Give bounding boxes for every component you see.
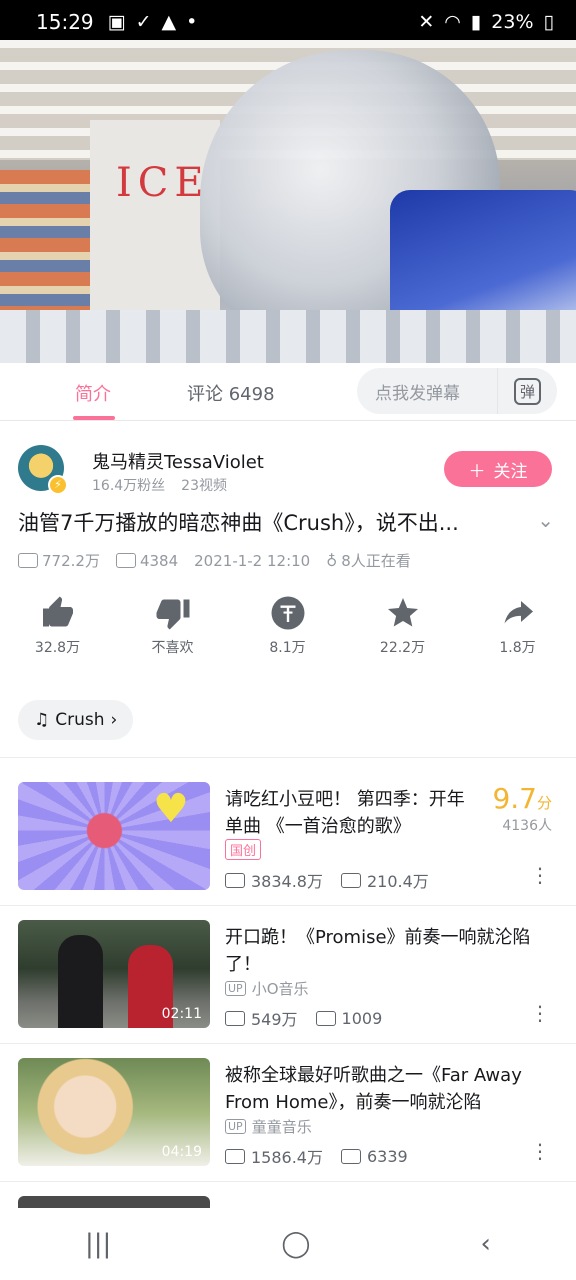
video-thumbnail[interactable]: 04:19 — [18, 1058, 210, 1166]
status-bar: 15:29 ▣ ✓ ▲ • ✕ ◠ ▮ 23% ▯ — [0, 0, 576, 44]
danmaku-icon — [341, 1148, 361, 1164]
status-time: 15:29 — [36, 10, 94, 34]
coin-icon — [271, 596, 304, 630]
chevron-right-icon: › — [110, 710, 118, 730]
signal-icon: ▮ — [470, 11, 482, 33]
uploader-stats: 16.4万粉丝 23视频 — [92, 478, 227, 494]
danmaku-icon — [315, 1010, 336, 1026]
dot-icon: • — [186, 11, 198, 33]
battery-icon: ▯ — [543, 11, 554, 33]
rec-stats: 1586.4万 6339 — [225, 1144, 408, 1168]
back-icon[interactable]: ‹ — [481, 1229, 491, 1259]
star-icon — [387, 598, 418, 627]
more-options-icon[interactable]: ⋮ — [530, 1141, 550, 1161]
up-badge-icon: UP — [225, 1119, 246, 1134]
danmaku-icon — [341, 872, 361, 888]
list-item[interactable]: ♥ 请吃红小豆吧！ 第四季：开年单曲 《一首治愈的歌》 9.7分 4136人 国… — [18, 782, 558, 892]
music-note-icon: ♫ — [34, 710, 50, 730]
rec-stats: 549万 1009 — [225, 1006, 382, 1030]
video-thumbnail[interactable]: 02:11 — [18, 920, 210, 1028]
uploader-name[interactable]: 鬼马精灵TessaViolet — [92, 448, 264, 474]
chevron-down-icon[interactable]: ⌄ — [537, 508, 554, 532]
share-icon — [504, 601, 533, 624]
list-item[interactable]: 04:19 被称全球最好听歌曲之一《Far Away From Home》，前奏… — [18, 1058, 558, 1168]
up-badge-icon: UP — [225, 981, 246, 996]
play-count-icon — [18, 553, 38, 568]
list-item[interactable]: 02:11 开口跪！《Promise》前奏一响就沦陷了！ UP 小O音乐 549… — [18, 920, 558, 1030]
rec-title: 请吃红小豆吧！ 第四季：开年单曲 《一首治愈的歌》 — [225, 789, 465, 837]
more-options-icon[interactable]: ⋮ — [530, 1003, 550, 1023]
rec-uploader: UP 小O音乐 — [225, 978, 309, 999]
video-frame-sign: ICE — [116, 160, 210, 206]
music-tag[interactable]: ♫ Crush › — [18, 700, 134, 740]
duration: 04:19 — [161, 1144, 202, 1160]
tab-comments[interactable]: 评论 6498 — [187, 380, 275, 406]
home-icon[interactable]: ◯ — [281, 1229, 310, 1259]
wifi-icon: ◠ — [444, 11, 461, 33]
thumbs-up-icon — [42, 596, 73, 627]
rec-title: 被称全球最好听歌曲之一《Far Away From Home》，前奏一响就沦陷 — [225, 1065, 522, 1113]
rec-uploader: UP 童童音乐 — [225, 1116, 312, 1137]
verified-icon: ⚡ — [48, 475, 68, 495]
more-options-icon[interactable]: ⋮ — [530, 865, 550, 885]
share-button[interactable]: 1.8万 — [460, 595, 575, 657]
rec-stats: 3834.8万 210.4万 — [225, 868, 429, 892]
battery-text: 23% — [491, 11, 534, 33]
people-icon: ♁ — [326, 551, 338, 570]
gallery-icon: ▣ — [107, 11, 126, 33]
coin-button[interactable]: 8.1万 — [230, 595, 345, 657]
play-count-icon — [225, 1148, 245, 1164]
avatar[interactable]: ⚡ — [18, 445, 68, 495]
action-bar: 32.8万 不喜欢 8.1万 22.2万 1.8万 — [0, 595, 576, 657]
plus-icon: ＋ — [468, 461, 486, 482]
rec-title: 开口跪！《Promise》前奏一响就沦陷了！ — [225, 927, 531, 975]
recent-apps-icon[interactable]: ||| — [85, 1229, 111, 1259]
system-nav-bar: ||| ◯ ‹ — [0, 1208, 576, 1280]
danmu-input[interactable]: 点我发弹幕 弹 — [357, 368, 557, 414]
like-button[interactable]: 32.8万 — [0, 595, 115, 657]
uploader-card: ⚡ 鬼马精灵TessaViolet 16.4万粉丝 23视频 ＋ 关注 — [18, 445, 558, 495]
category-badge: 国创 — [225, 839, 262, 860]
heart-decoration: ♥ — [153, 786, 189, 832]
check-icon: ✓ — [135, 11, 152, 33]
video-title: 油管7千万播放的暗恋神曲《Crush》，说不出... — [18, 511, 459, 535]
play-count-icon — [225, 1010, 245, 1026]
warning-icon: ▲ — [161, 11, 177, 33]
play-count-icon — [225, 872, 245, 888]
rating: 9.7分 4136人 — [492, 782, 552, 834]
video-thumbnail[interactable]: ♥ — [18, 782, 210, 890]
video-meta: 772.2万 4384 2021-1-2 12:10 ♁ 8人正在看 — [18, 550, 411, 571]
follow-button[interactable]: ＋ 关注 — [444, 451, 552, 487]
danmu-toggle-button[interactable]: 弹 — [497, 368, 557, 414]
dislike-button[interactable]: 不喜欢 — [115, 595, 230, 657]
danmu-placeholder: 点我发弹幕 — [375, 383, 460, 404]
danmaku-icon — [115, 553, 136, 568]
mute-icon: ✕ — [418, 11, 435, 33]
favorite-button[interactable]: 22.2万 — [345, 595, 460, 657]
duration: 02:11 — [161, 1006, 202, 1022]
thumbs-down-icon — [156, 599, 189, 630]
tab-intro[interactable]: 简介 — [73, 380, 115, 420]
video-player[interactable]: ICE — [0, 40, 576, 363]
